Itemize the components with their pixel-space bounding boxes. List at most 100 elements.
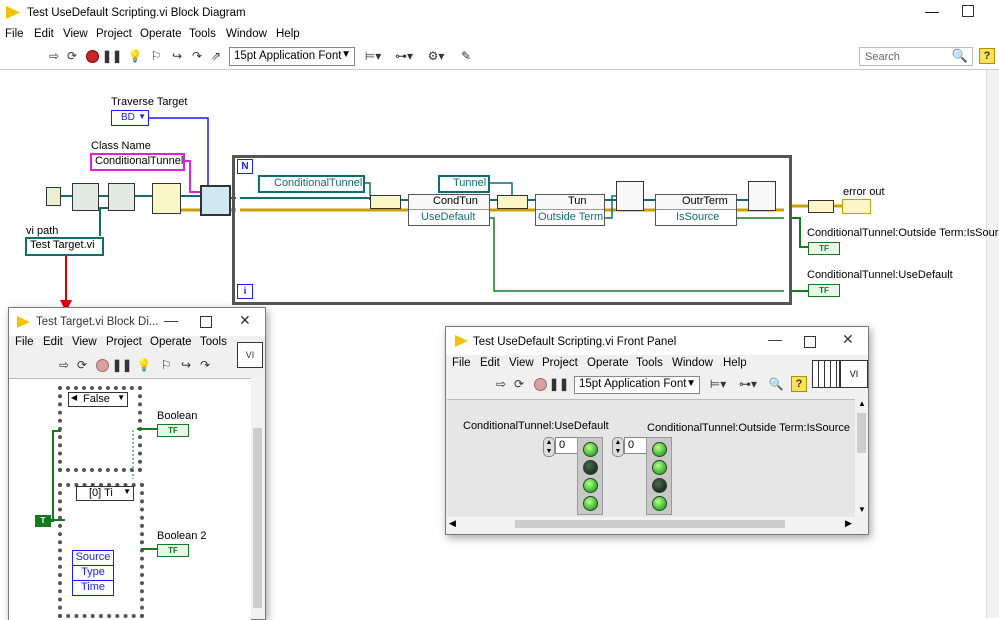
maximize-button[interactable] [200, 316, 212, 328]
fp-vertical-scrollbar[interactable]: ▲ ▼ [855, 399, 868, 517]
fp-vi-icon: VI [840, 360, 868, 388]
array1-label: ConditionalTunnel:UseDefault [463, 420, 609, 432]
step-over-icon[interactable]: ↷ [196, 356, 214, 374]
menu-window[interactable]: Window [672, 357, 713, 369]
indicator-outside-term-label: ConditionalTunnel:Outside Term:IsSource [807, 227, 999, 239]
align-objects-icon[interactable]: ⊨▾ [707, 375, 729, 393]
loop-count-text: N [241, 161, 249, 172]
to-more-specific-class-node-2[interactable] [497, 195, 528, 209]
led-0 [652, 442, 667, 457]
scroll-down-icon[interactable]: ▼ [858, 505, 866, 514]
font-select-value: 15pt Application Font [579, 378, 687, 390]
front-panel-title: Test UseDefault Scripting.vi Front Panel [473, 336, 677, 348]
pause-icon[interactable]: ❚❚ [112, 356, 132, 374]
abort-icon[interactable] [531, 375, 549, 393]
property-node-tun[interactable]: Tun Outside Term [535, 194, 605, 226]
property-node-condtun[interactable]: CondTun UseDefault [408, 194, 490, 226]
font-select[interactable]: 15pt Application Font ▼ [574, 376, 700, 394]
array1-index-stepper[interactable]: ▲ ▼ [543, 437, 555, 457]
array1-index-value: 0 [559, 439, 566, 451]
fp-vscroll-thumb[interactable] [857, 413, 866, 453]
array2-index-stepper[interactable]: ▲ ▼ [612, 437, 624, 457]
chevron-down-icon: ▼ [686, 378, 696, 389]
run-arrow-icon[interactable]: ⇨ [492, 375, 510, 393]
retain-wire-values-icon[interactable]: ⚐ [157, 356, 175, 374]
menu-edit[interactable]: Edit [480, 357, 500, 369]
array2-leds [646, 437, 672, 515]
labview-logo-icon [455, 335, 468, 347]
run-arrow-icon[interactable]: ⇨ [55, 356, 73, 374]
fp-menu-bar: File Edit View Project Operate Tools Win… [446, 357, 806, 373]
property-node-block-diagram[interactable] [108, 183, 135, 211]
close-button[interactable]: ✕ [239, 312, 251, 329]
menu-tools[interactable]: Tools [636, 357, 663, 369]
scroll-left-icon[interactable]: ◀ [449, 518, 456, 529]
menu-project[interactable]: Project [542, 357, 578, 369]
close-reference-node-2[interactable] [748, 181, 776, 211]
run-continuously-icon[interactable]: ⟳ [510, 375, 528, 393]
fp-hscroll-thumb[interactable] [515, 520, 785, 528]
to-more-specific-class-node-1[interactable] [370, 195, 401, 209]
error-out-label: error out [843, 186, 885, 198]
step-into-icon[interactable]: ↪ [177, 356, 195, 374]
class-conditional-tunnel-constant[interactable]: ConditionalTunnel [258, 175, 365, 193]
menu-view[interactable]: View [72, 336, 97, 348]
menu-help[interactable]: Help [723, 357, 747, 369]
target-diagram-area: ◀ False ▼ Boolean TF [0] Ti ▼ Source Typ… [9, 378, 251, 620]
maximize-button[interactable] [804, 336, 816, 348]
property-node-outrterm[interactable]: OutrTerm IsSource [655, 194, 737, 226]
target-window: Test Target.vi Block Di... — ✕ File Edit… [8, 307, 266, 620]
traverse-target-enum[interactable]: BD ▼ [111, 110, 149, 126]
merge-errors-node[interactable] [808, 200, 834, 213]
target-scroll-thumb[interactable] [253, 428, 262, 608]
close-reference-node-1[interactable] [616, 181, 644, 211]
search-icon[interactable]: 🔍 [767, 375, 785, 393]
array2-label: ConditionalTunnel:Outside Term:IsSource [647, 422, 850, 434]
fp-connector-pane-icon [812, 360, 840, 388]
class-conditional-tunnel-text: ConditionalTunnel [274, 177, 363, 189]
menu-file[interactable]: File [452, 357, 471, 369]
abort-icon[interactable] [93, 356, 111, 374]
front-panel-titlebar: Test UseDefault Scripting.vi Front Panel… [446, 327, 868, 355]
indicator-usedefault-label: ConditionalTunnel:UseDefault [807, 269, 953, 281]
help-icon[interactable]: ? [791, 376, 807, 392]
property-node-condtun-class: CondTun [433, 195, 478, 207]
class-tunnel-text: Tunnel [453, 177, 487, 189]
array2-index[interactable]: 0 [624, 437, 648, 454]
front-panel-window: Test UseDefault Scripting.vi Front Panel… [445, 326, 869, 535]
menu-operate[interactable]: Operate [150, 336, 192, 348]
pause-icon[interactable]: ❚❚ [549, 375, 569, 393]
vi-icon: VI [237, 342, 263, 368]
target-menu-bar: File Edit View Project Operate Tools [9, 336, 265, 352]
target-wires [50, 428, 157, 550]
array1-index[interactable]: 0 [555, 437, 579, 454]
vi-path-control[interactable]: Test Target.vi [25, 237, 104, 256]
minimize-button[interactable]: — [768, 331, 782, 347]
menu-view[interactable]: View [509, 357, 534, 369]
vi-server-reference-node[interactable] [46, 187, 61, 206]
scroll-right-icon[interactable]: ▶ [845, 518, 852, 529]
menu-operate[interactable]: Operate [587, 357, 629, 369]
scroll-up-icon[interactable]: ▲ [858, 399, 866, 408]
class-name-constant[interactable]: ConditionalTunnel [90, 153, 185, 171]
get-class-name-node[interactable] [152, 183, 181, 214]
menu-tools[interactable]: Tools [200, 336, 227, 348]
led-0 [583, 442, 598, 457]
target-scrollbar[interactable] [251, 378, 264, 618]
class-tunnel-constant[interactable]: Tunnel [438, 175, 490, 193]
close-button[interactable]: ✕ [842, 331, 854, 348]
open-vi-reference-node[interactable] [72, 183, 99, 211]
distribute-objects-icon[interactable]: ⊶▾ [737, 375, 759, 393]
fp-horizontal-scrollbar[interactable]: ◀ ▶ [447, 517, 855, 531]
indicator-outside-term-terminal[interactable]: TF [808, 242, 840, 255]
loop-iteration-terminal: i [237, 284, 253, 299]
run-continuously-icon[interactable]: ⟳ [73, 356, 91, 374]
minimize-button[interactable]: — [164, 312, 178, 328]
menu-project[interactable]: Project [106, 336, 142, 348]
menu-edit[interactable]: Edit [43, 336, 63, 348]
indicator-usedefault-terminal[interactable]: TF [808, 284, 840, 297]
highlight-execution-icon[interactable]: 💡 [135, 356, 153, 374]
traverse-for-gobjects-node[interactable] [200, 185, 231, 216]
menu-file[interactable]: File [15, 336, 34, 348]
class-name-label: Class Name [91, 140, 151, 152]
